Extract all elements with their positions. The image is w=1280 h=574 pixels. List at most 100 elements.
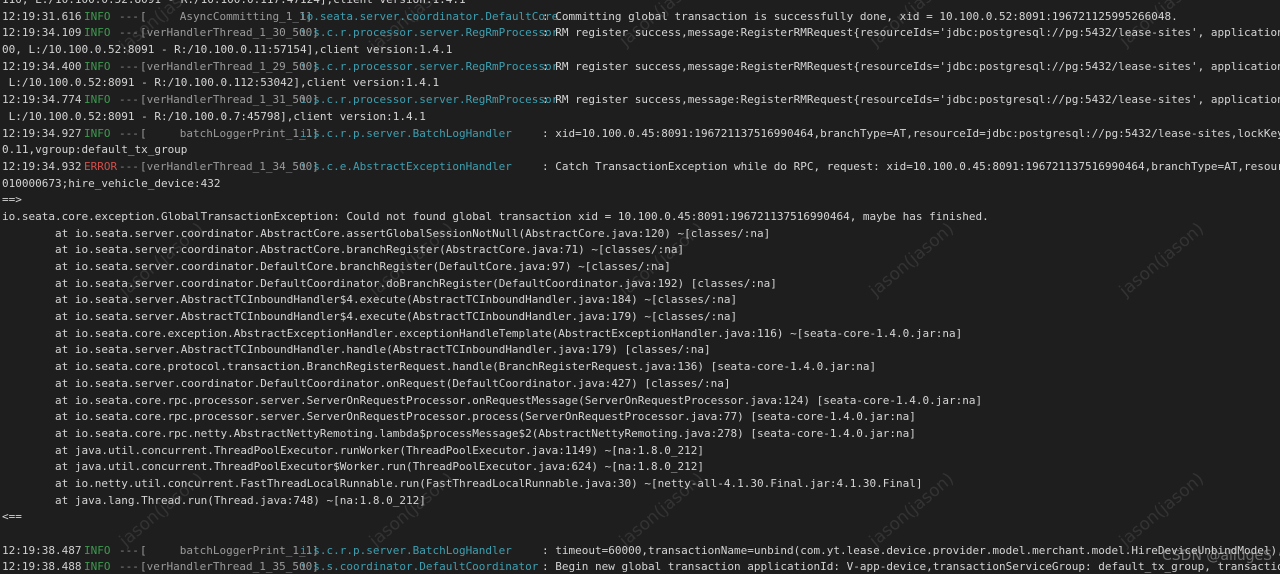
log-logger: i.s.s.coordinator.DefaultCoordinator [300,560,539,574]
log-text: 00, L:/10.100.0.52:8091 - R:/10.100.0.11… [2,43,453,57]
log-thread: [verHandlerThread_1_34_500] [140,159,319,173]
log-line: 12:19:38.488 INFO --- [verHandlerThread_1_3… [2,559,1280,574]
log-lines: 110, L:/10.100.0.52:8091 - R:/10.100.0.1… [2,0,1280,574]
log-separator: --- [119,560,139,574]
log-line: at io.seata.server.AbstractTCInboundHand… [2,292,1280,309]
log-message: : RM register success,message:RegisterRM… [542,93,1280,107]
log-line: 0.11,vgroup:default_tx_group [2,142,1280,159]
log-line: at io.netty.util.concurrent.FastThreadLo… [2,476,1280,493]
log-message: : Committing global transaction is succe… [542,9,1178,23]
log-line: io.seata.core.exception.GlobalTransactio… [2,209,1280,226]
log-text: at java.util.concurrent.ThreadPoolExecut… [2,443,704,457]
log-message: : RM register success,message:RegisterRM… [542,59,1280,73]
log-line: at io.seata.core.protocol.transaction.Br… [2,359,1280,376]
log-line: 00, L:/10.100.0.52:8091 - R:/10.100.0.11… [2,42,1280,59]
log-line: 12:19:38.487 INFO ---[ batchLoggerPrint_1_… [2,543,1280,560]
log-separator: --- [119,9,139,23]
log-line: at io.seata.server.coordinator.DefaultCo… [2,276,1280,293]
log-message: : xid=10.100.0.45:8091:19672113751699046… [542,126,1280,140]
log-thread: [verHandlerThread_1_31_500] [140,93,319,107]
log-text: <== [2,510,22,524]
log-logger: i.s.c.r.p.server.BatchLogHandler [300,126,512,140]
log-text: L:/10.100.0.52:8091 - R:/10.100.0.7:4579… [2,109,426,123]
log-text: at io.seata.server.AbstractTCInboundHand… [2,310,738,324]
log-line: at io.seata.core.rpc.processor.server.Se… [2,393,1280,410]
log-line: L:/10.100.0.52:8091 - R:/10.100.0.112:53… [2,75,1280,92]
log-thread: [verHandlerThread_1_29_500] [140,59,319,73]
log-line: 12:19:34.400 INFO --- [verHandlerThread_1_2… [2,59,1280,76]
log-line: L:/10.100.0.52:8091 - R:/10.100.0.7:4579… [2,109,1280,126]
log-line: 12:19:34.109 INFO --- [verHandlerThread_1_3… [2,25,1280,42]
log-message: : timeout=60000,transactionName=unbind(c… [542,543,1280,557]
log-text: io.seata.core.exception.GlobalTransactio… [2,209,989,223]
log-text: 010000673;hire_vehicle_device:432 [2,176,221,190]
log-message: : Begin new global transaction applicati… [542,560,1280,574]
log-thread: [ batchLoggerPrint_1_1] [140,543,319,557]
log-logger: i.s.c.r.processor.server.RegRmProcessor [300,26,559,40]
log-line: at io.seata.server.AbstractTCInboundHand… [2,342,1280,359]
log-separator: --- [119,126,139,140]
log-level: INFO [84,560,111,574]
log-line: at io.seata.server.coordinator.DefaultCo… [2,376,1280,393]
log-message: : Catch TransactionException while do RP… [542,159,1280,173]
log-line: 010000673;hire_vehicle_device:432 [2,176,1280,193]
log-timestamp: 12:19:34.109 [2,26,82,40]
log-text: at io.seata.core.rpc.processor.server.Se… [2,393,983,407]
log-text: at io.seata.server.AbstractTCInboundHand… [2,293,738,307]
log-text: at java.lang.Thread.run(Thread.java:748)… [2,493,426,507]
log-thread: [ AsyncCommitting_1_1] [140,9,313,23]
log-line: 110, L:/10.100.0.52:8091 - R:/10.100.0.1… [2,0,1280,9]
log-logger: i.s.c.r.processor.server.RegRmProcessor [300,59,559,73]
log-level: INFO [84,126,111,140]
log-text: at io.seata.core.rpc.processor.server.Se… [2,410,916,424]
log-logger: io.seata.server.coordinator.DefaultCore [300,9,559,23]
log-level: INFO [84,26,111,40]
log-text: at io.seata.core.rpc.netty.AbstractNetty… [2,426,916,440]
log-line: ==> [2,192,1280,209]
log-thread: [verHandlerThread_1_30_500] [140,26,319,40]
log-level: INFO [84,59,111,73]
log-line: at io.seata.core.rpc.processor.server.Se… [2,409,1280,426]
log-separator: --- [119,26,139,40]
log-text: at io.seata.server.coordinator.DefaultCo… [2,276,777,290]
log-line: at io.seata.core.exception.AbstractExcep… [2,326,1280,343]
log-separator: --- [119,159,139,173]
log-text: at io.seata.server.coordinator.DefaultCo… [2,260,671,273]
log-line: 12:19:34.932 ERROR --- [verHandlerThread_1_… [2,159,1280,176]
log-line: at io.seata.server.AbstractTCInboundHand… [2,309,1280,326]
log-line: at io.seata.server.coordinator.DefaultCo… [2,259,1280,276]
log-thread: [ batchLoggerPrint_1_1] [140,126,319,140]
log-text: 0.11,vgroup:default_tx_group [2,143,188,157]
log-timestamp: 12:19:34.927 [2,126,82,140]
log-logger: i.s.c.e.AbstractExceptionHandler [300,159,512,173]
log-text: ==> [2,193,22,207]
log-text: at io.netty.util.concurrent.FastThreadLo… [2,476,923,490]
log-separator: --- [119,59,139,73]
log-line: at io.seata.core.rpc.netty.AbstractNetty… [2,426,1280,443]
log-line: at java.lang.Thread.run(Thread.java:748)… [2,493,1280,510]
log-level: INFO [84,93,111,107]
log-text: at io.seata.core.exception.AbstractExcep… [2,326,963,340]
log-line: at java.util.concurrent.ThreadPoolExecut… [2,459,1280,476]
log-thread: [verHandlerThread_1_35_500] [140,560,319,574]
log-line: at io.seata.server.coordinator.AbstractC… [2,226,1280,243]
log-text: at io.seata.server.coordinator.DefaultCo… [2,376,731,390]
log-line: 12:19:31.616 INFO ---[ AsyncCommitting_1_1… [2,9,1280,26]
log-line: at java.util.concurrent.ThreadPoolExecut… [2,443,1280,460]
log-text: at io.seata.core.protocol.transaction.Br… [2,360,877,374]
log-logger: i.s.c.r.processor.server.RegRmProcessor [300,93,559,107]
log-text: 110, L:/10.100.0.52:8091 - R:/10.100.0.1… [2,0,466,9]
log-line: <== [2,509,1280,526]
log-timestamp: 12:19:38.487 [2,543,82,557]
log-timestamp: 12:19:34.400 [2,59,82,73]
log-text: L:/10.100.0.52:8091 - R:/10.100.0.112:53… [2,76,440,90]
log-timestamp: 12:19:38.488 [2,560,82,574]
log-separator: --- [119,543,139,557]
log-logger: i.s.c.r.p.server.BatchLogHandler [300,543,512,557]
log-text: at io.seata.server.coordinator.AbstractC… [2,226,771,240]
log-timestamp: 12:19:34.774 [2,93,82,107]
log-line: 12:19:34.774 INFO --- [verHandlerThread_1_3… [2,92,1280,109]
log-console[interactable]: 110, L:/10.100.0.52:8091 - R:/10.100.0.1… [0,0,1280,574]
log-line: at io.seata.server.coordinator.AbstractC… [2,242,1280,259]
